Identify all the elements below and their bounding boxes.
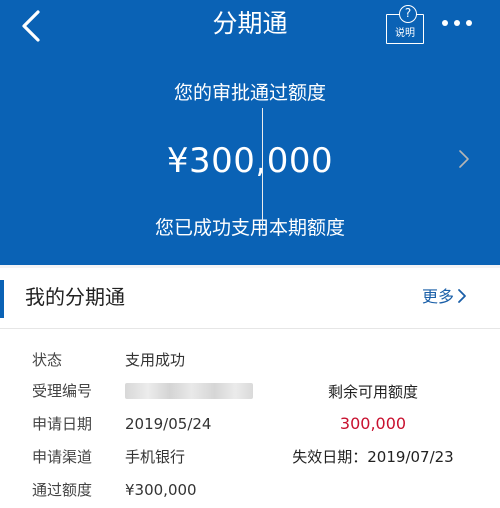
column-divider xyxy=(262,108,263,230)
more-options-button[interactable] xyxy=(440,10,476,38)
row-value: 2019/05/24 xyxy=(125,415,212,433)
row-value: 支用成功 xyxy=(125,351,186,369)
card-header: 我的分期通 更多 xyxy=(0,268,500,329)
more-link[interactable]: 更多 xyxy=(422,284,467,310)
drawdown-status-text: 您已成功支用本期额度 xyxy=(154,217,345,239)
more-link-label: 更多 xyxy=(422,287,455,306)
remaining-limit-label: 剩余可用额度 xyxy=(327,383,418,401)
hero-banner: 分期通 ? 说明 您的审批通过额度 ¥300,000 您已成功支用本期额度 xyxy=(0,0,500,265)
detail-row-application-date: 申请日期 2019/05/24 xyxy=(32,412,272,436)
card-title: 我的分期通 xyxy=(25,285,125,309)
more-dots-icon xyxy=(454,20,460,26)
row-key: 受理编号 xyxy=(32,382,93,400)
row-key: 申请日期 xyxy=(32,415,93,433)
detail-row-application-number: 受理编号 xyxy=(32,379,272,403)
remaining-limit-amount[interactable]: 300,000 xyxy=(263,412,483,436)
help-button[interactable]: ? 说明 xyxy=(386,4,426,44)
question-icon: ? xyxy=(399,5,417,23)
detail-row-status: 状态 支用成功 xyxy=(32,348,272,372)
approved-limit-amount: ¥300,000 xyxy=(166,141,334,181)
more-dots-icon xyxy=(442,20,448,26)
chevron-right-icon xyxy=(458,289,466,303)
row-value: 手机银行 xyxy=(125,448,186,466)
more-dots-icon xyxy=(466,20,472,26)
chevron-right-icon[interactable] xyxy=(458,149,470,169)
row-key: 通过额度 xyxy=(32,481,93,499)
blurred-value xyxy=(125,383,253,399)
help-label: 说明 xyxy=(395,28,415,39)
detail-row-approved-amount: 通过额度 ¥300,000 xyxy=(32,478,272,502)
approved-limit-label: 您的审批通过额度 xyxy=(173,82,326,104)
row-value: ¥300,000 xyxy=(125,481,197,499)
detail-row-channel: 申请渠道 手机银行 xyxy=(32,445,272,469)
row-key: 申请渠道 xyxy=(32,448,93,466)
accent-bar xyxy=(0,280,4,318)
redacted-application-number xyxy=(125,379,253,406)
expiry-date: 失效日期：2019/07/23 xyxy=(292,448,454,466)
row-key: 状态 xyxy=(32,351,63,369)
